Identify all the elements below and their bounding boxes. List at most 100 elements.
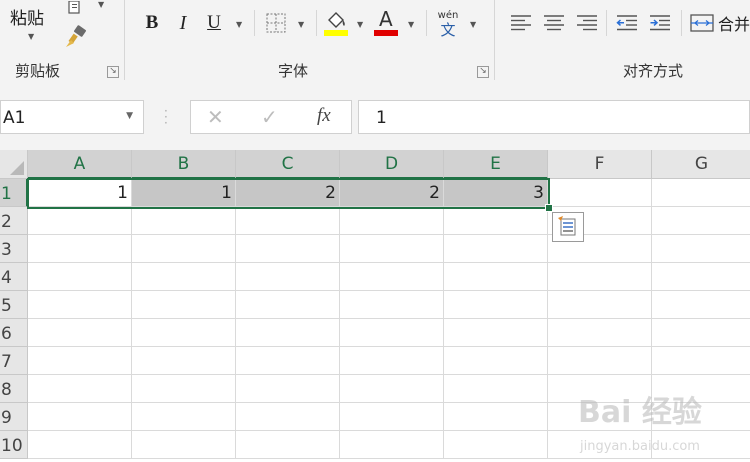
- row-header-8[interactable]: 8: [0, 375, 28, 403]
- cell-b2[interactable]: [132, 207, 236, 235]
- row-header-7[interactable]: 7: [0, 347, 28, 375]
- cell-b4[interactable]: [132, 263, 236, 291]
- underline-button[interactable]: U: [204, 11, 224, 35]
- formula-input[interactable]: 1: [358, 100, 750, 134]
- cell-g7[interactable]: [652, 347, 750, 375]
- phonetic-guide-icon[interactable]: wén 文: [434, 8, 462, 40]
- cell-c1[interactable]: 2: [236, 179, 340, 207]
- cell-b1[interactable]: 1: [132, 179, 236, 207]
- cell-d1[interactable]: 2: [340, 179, 444, 207]
- cell-b8[interactable]: [132, 375, 236, 403]
- cell-e1[interactable]: 3: [444, 179, 548, 207]
- borders-icon[interactable]: [264, 12, 288, 34]
- cell-c3[interactable]: [236, 235, 340, 263]
- column-header-c[interactable]: C: [236, 150, 340, 179]
- font-color-dropdown-icon[interactable]: ▼: [408, 20, 414, 29]
- name-box-dropdown-icon[interactable]: ▼: [126, 111, 133, 121]
- increase-indent-icon[interactable]: [647, 12, 673, 34]
- cell-e6[interactable]: [444, 319, 548, 347]
- cell-g6[interactable]: [652, 319, 750, 347]
- copy-icon[interactable]: [62, 0, 88, 16]
- column-header-f[interactable]: F: [548, 150, 652, 179]
- cell-b10[interactable]: [132, 431, 236, 459]
- row-header-2[interactable]: 2: [0, 207, 28, 235]
- font-color-icon[interactable]: A: [372, 6, 400, 38]
- italic-button[interactable]: I: [174, 11, 192, 35]
- cell-a5[interactable]: [28, 291, 132, 319]
- cell-c10[interactable]: [236, 431, 340, 459]
- cell-a7[interactable]: [28, 347, 132, 375]
- cell-c8[interactable]: [236, 375, 340, 403]
- fill-color-icon[interactable]: [322, 8, 350, 38]
- cell-e10[interactable]: [444, 431, 548, 459]
- cell-c7[interactable]: [236, 347, 340, 375]
- row-header-9[interactable]: 9: [0, 403, 28, 431]
- cell-a3[interactable]: [28, 235, 132, 263]
- insert-function-icon[interactable]: fx: [317, 105, 331, 127]
- enter-entry-icon[interactable]: ✓: [261, 105, 278, 129]
- cell-d4[interactable]: [340, 263, 444, 291]
- decrease-indent-icon[interactable]: [614, 12, 640, 34]
- cell-b3[interactable]: [132, 235, 236, 263]
- cell-f6[interactable]: [548, 319, 652, 347]
- row-header-10[interactable]: 10: [0, 431, 28, 459]
- column-header-e[interactable]: E: [444, 150, 548, 179]
- font-dialog-launcher-icon[interactable]: ↘: [477, 66, 489, 78]
- cell-f7[interactable]: [548, 347, 652, 375]
- cell-d9[interactable]: [340, 403, 444, 431]
- cell-a8[interactable]: [28, 375, 132, 403]
- align-center-icon[interactable]: [541, 12, 567, 34]
- cell-e9[interactable]: [444, 403, 548, 431]
- select-all-button[interactable]: [0, 150, 28, 179]
- fill-handle[interactable]: [545, 204, 553, 212]
- cell-b9[interactable]: [132, 403, 236, 431]
- name-box[interactable]: A1 ▼: [0, 100, 144, 134]
- row-header-3[interactable]: 3: [0, 235, 28, 263]
- cell-g3[interactable]: [652, 235, 750, 263]
- cell-e8[interactable]: [444, 375, 548, 403]
- cell-g1[interactable]: [652, 179, 750, 207]
- cell-c5[interactable]: [236, 291, 340, 319]
- cell-g5[interactable]: [652, 291, 750, 319]
- cell-g4[interactable]: [652, 263, 750, 291]
- cell-e5[interactable]: [444, 291, 548, 319]
- cell-f1[interactable]: [548, 179, 652, 207]
- cell-c2[interactable]: [236, 207, 340, 235]
- formula-bar-grip-icon[interactable]: · · ·: [164, 105, 168, 129]
- cell-d3[interactable]: [340, 235, 444, 263]
- row-header-1[interactable]: 1: [0, 179, 28, 207]
- borders-dropdown-icon[interactable]: ▼: [298, 20, 304, 29]
- underline-dropdown-icon[interactable]: ▼: [236, 20, 242, 29]
- row-header-5[interactable]: 5: [0, 291, 28, 319]
- cell-e7[interactable]: [444, 347, 548, 375]
- cell-c9[interactable]: [236, 403, 340, 431]
- align-left-icon[interactable]: [508, 12, 534, 34]
- align-right-icon[interactable]: [574, 12, 600, 34]
- cell-d7[interactable]: [340, 347, 444, 375]
- cell-a2[interactable]: [28, 207, 132, 235]
- row-header-4[interactable]: 4: [0, 263, 28, 291]
- cell-a9[interactable]: [28, 403, 132, 431]
- quick-analysis-icon[interactable]: [552, 212, 584, 242]
- bold-button[interactable]: B: [142, 11, 162, 35]
- column-header-a[interactable]: A: [28, 150, 132, 179]
- cell-e4[interactable]: [444, 263, 548, 291]
- cell-a1[interactable]: 1: [28, 179, 132, 207]
- format-painter-icon[interactable]: [62, 24, 90, 50]
- paste-dropdown-icon[interactable]: ▼: [28, 32, 34, 41]
- column-header-g[interactable]: G: [652, 150, 750, 179]
- row-header-6[interactable]: 6: [0, 319, 28, 347]
- fill-color-dropdown-icon[interactable]: ▼: [357, 20, 363, 29]
- cell-c4[interactable]: [236, 263, 340, 291]
- cell-b6[interactable]: [132, 319, 236, 347]
- cell-e3[interactable]: [444, 235, 548, 263]
- clipboard-dialog-launcher-icon[interactable]: ↘: [107, 66, 119, 78]
- cell-f5[interactable]: [548, 291, 652, 319]
- merge-center-button[interactable]: 合并: [690, 10, 750, 36]
- cell-c6[interactable]: [236, 319, 340, 347]
- cell-d5[interactable]: [340, 291, 444, 319]
- cell-e2[interactable]: [444, 207, 548, 235]
- phonetic-dropdown-icon[interactable]: ▼: [470, 20, 476, 29]
- cancel-entry-icon[interactable]: ✕: [207, 105, 224, 129]
- cell-a6[interactable]: [28, 319, 132, 347]
